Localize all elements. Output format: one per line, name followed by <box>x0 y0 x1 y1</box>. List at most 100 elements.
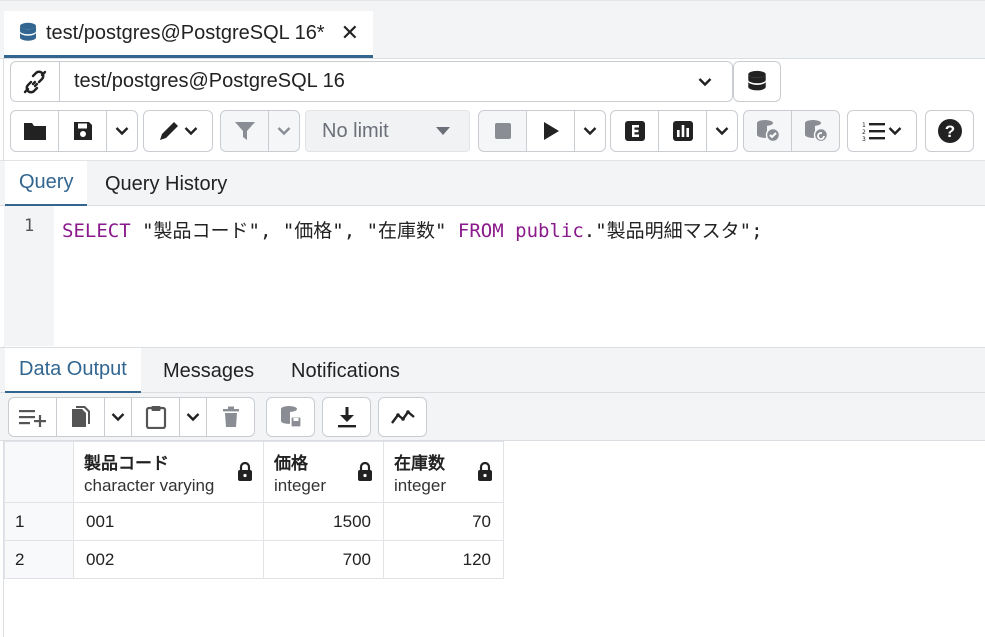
explain-options-dropdown[interactable] <box>706 110 738 152</box>
save-data-changes-button[interactable] <box>266 397 315 437</box>
chevron-down-icon <box>184 127 198 136</box>
table-cell[interactable]: 001 <box>73 502 264 541</box>
output-tabs: Data Output Messages Notifications <box>0 347 985 394</box>
help-icon: ? <box>937 119 962 143</box>
row-number-header[interactable] <box>4 441 74 503</box>
tab-query[interactable]: Query <box>5 161 88 207</box>
paste-options-dropdown[interactable] <box>179 397 207 437</box>
tab-messages-label: Messages <box>163 359 255 382</box>
tab-query-history-label: Query History <box>105 172 228 195</box>
execute-options-dropdown[interactable] <box>574 110 606 152</box>
commit-button[interactable] <box>743 110 792 152</box>
header-row: 製品コード character varying 価格 integer 在庫数 i… <box>4 441 504 503</box>
chevron-down-icon <box>698 77 712 86</box>
save-options-dropdown[interactable] <box>106 110 138 152</box>
explain-button[interactable] <box>610 110 659 152</box>
save-file-button[interactable] <box>58 110 107 152</box>
filter-options-dropdown[interactable] <box>268 110 300 152</box>
column-header-price[interactable]: 価格 integer <box>263 441 384 503</box>
tab-data-output-label: Data Output <box>19 358 127 380</box>
column-header-stock[interactable]: 在庫数 integer <box>383 441 504 503</box>
new-connection-button[interactable] <box>733 61 781 102</box>
database-icon <box>748 70 766 90</box>
open-file-button[interactable] <box>10 110 59 152</box>
table-cell[interactable]: 1500 <box>263 502 384 541</box>
paste-button[interactable] <box>131 397 180 437</box>
filter-icon <box>234 122 255 140</box>
connection-bar: test/postgres@PostgreSQL 16 <box>10 61 733 102</box>
row-edit-group <box>8 397 255 437</box>
lock-icon <box>358 462 372 481</box>
row-number[interactable]: 2 <box>4 540 74 579</box>
tab-notifications[interactable]: Notifications <box>277 348 414 394</box>
stop-button[interactable] <box>478 110 527 152</box>
macros-button[interactable]: 1 2 3 <box>847 110 917 152</box>
copy-button[interactable] <box>56 397 105 437</box>
macros-toolbar-group: 1 2 3 <box>847 110 917 152</box>
save-data-group <box>266 397 315 437</box>
tab-query-history[interactable]: Query History <box>91 161 241 207</box>
query-tool-tab[interactable]: test/postgres@PostgreSQL 16* ✕ <box>4 11 374 58</box>
filter-toolbar-group <box>220 110 300 152</box>
download-group <box>322 397 371 437</box>
database-check-icon <box>756 120 780 143</box>
chevron-down-icon <box>888 127 902 136</box>
chevron-down-icon <box>115 127 129 136</box>
add-row-button[interactable] <box>8 397 57 437</box>
play-icon <box>543 122 559 140</box>
explain-icon <box>624 121 645 141</box>
chevron-down-icon <box>186 413 200 422</box>
row-limit-value: No limit <box>322 119 389 142</box>
table-cell[interactable]: 70 <box>383 502 504 541</box>
download-csv-button[interactable] <box>322 397 371 437</box>
connection-select[interactable]: test/postgres@PostgreSQL 16 <box>60 61 733 102</box>
row-limit-select[interactable]: No limit <box>305 110 470 152</box>
chevron-down-icon <box>583 127 597 136</box>
sql-keyword-from: FROM <box>457 220 504 242</box>
tab-messages[interactable]: Messages <box>149 348 268 394</box>
execute-button[interactable] <box>526 110 575 152</box>
graph-visualiser-button[interactable] <box>378 397 427 437</box>
chevron-down-icon <box>277 127 291 136</box>
chevron-down-icon <box>111 413 125 422</box>
sql-code-line[interactable]: SELECT "製品コード", "価格", "在庫数" FROM public.… <box>62 216 763 243</box>
help-button[interactable]: ? <box>925 110 974 152</box>
rollback-button[interactable] <box>791 110 840 152</box>
result-toolbar <box>0 393 985 441</box>
sql-editor[interactable]: 1 SELECT "製品コード", "価格", "在庫数" FROM publi… <box>0 206 985 346</box>
copy-options-dropdown[interactable] <box>104 397 132 437</box>
row-number[interactable]: 1 <box>4 502 74 541</box>
svg-text:3: 3 <box>862 136 866 141</box>
delete-row-button[interactable] <box>206 397 255 437</box>
column-header-product-code[interactable]: 製品コード character varying <box>73 441 264 503</box>
edit-toolbar-group <box>143 110 213 152</box>
table-row[interactable]: 1 001 1500 70 <box>4 502 504 541</box>
table-cell[interactable]: 700 <box>263 540 384 579</box>
explain-toolbar-group <box>610 110 738 152</box>
clipboard-icon <box>145 406 166 429</box>
column-type: character varying <box>84 475 215 495</box>
sql-schema-name: public <box>515 220 584 242</box>
filter-button[interactable] <box>220 110 269 152</box>
caret-down-icon <box>436 127 450 135</box>
table-cell[interactable]: 002 <box>73 540 264 579</box>
connection-status-button[interactable] <box>10 61 60 102</box>
table-row[interactable]: 2 002 700 120 <box>4 540 504 579</box>
sql-keyword-select: SELECT <box>62 220 131 242</box>
stop-icon <box>494 123 511 139</box>
connection-select-value: test/postgres@PostgreSQL 16 <box>74 70 345 92</box>
help-toolbar-group: ? <box>925 110 974 152</box>
close-tab-icon[interactable]: ✕ <box>341 22 359 44</box>
sql-space <box>504 220 515 242</box>
copy-icon <box>71 406 90 427</box>
column-name: 価格 <box>274 453 308 473</box>
edit-menu-button[interactable] <box>143 110 213 152</box>
results-table: 製品コード character varying 価格 integer 在庫数 i… <box>4 441 504 579</box>
trash-icon <box>222 406 239 427</box>
tab-data-output[interactable]: Data Output <box>5 348 141 394</box>
column-name: 製品コード <box>84 453 169 473</box>
table-cell[interactable]: 120 <box>383 540 504 579</box>
add-row-icon <box>18 410 46 427</box>
chart-icon <box>672 121 693 141</box>
explain-analyze-button[interactable] <box>658 110 707 152</box>
